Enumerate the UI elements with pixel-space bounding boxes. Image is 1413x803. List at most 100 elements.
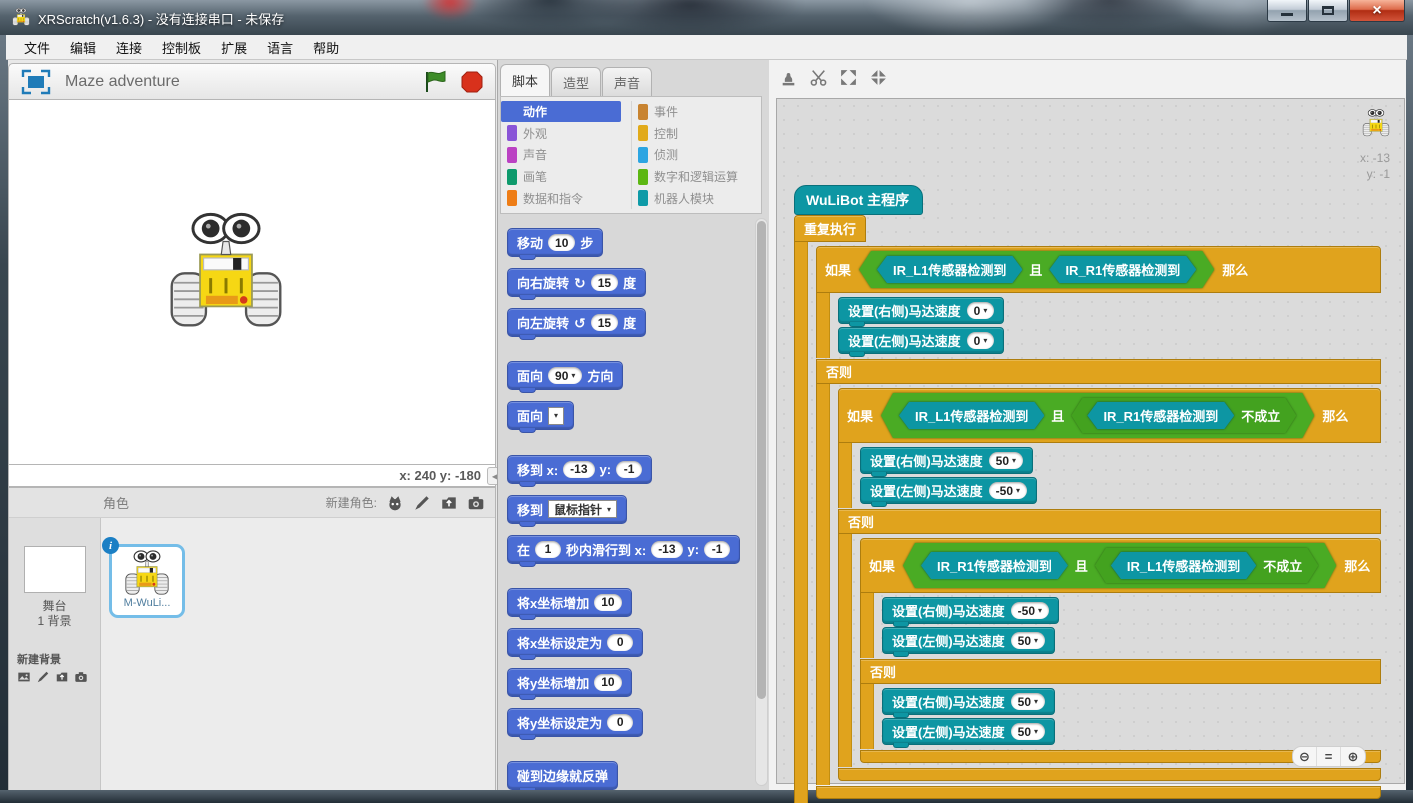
category-control[interactable]: 控制 [632,123,761,144]
if3-header[interactable]: 如果 IR_R1传感器检测到 且 IR_L1传感器检测到 [860,538,1381,593]
degrees-value[interactable]: 15 [591,314,618,331]
block-goto-xy[interactable]: 移到 x: -13 y: -1 [507,455,652,484]
block-glide[interactable]: 在 1 秒内滑行到 x: -13 y: -1 [507,535,740,564]
motor-speed-dropdown[interactable]: 0▾ [967,332,995,349]
and-operator-block[interactable]: IR_L1传感器检测到 且 IR_R1传感器检测到 [859,251,1214,288]
sensor-ir-r1-block[interactable]: IR_R1传感器检测到 [921,552,1068,579]
repeat-header[interactable]: 重复执行 [794,215,866,242]
delta-value[interactable]: 10 [594,594,621,611]
if-else-block-1[interactable]: 如果 IR_L1传感器检测到 且 IR_R1传感器检测到 那么 [816,246,1381,799]
goto-target-dropdown[interactable]: 鼠标指针▾ [548,500,617,518]
seconds-value[interactable]: 1 [535,541,561,558]
grow-sprite-icon[interactable] [839,68,858,87]
block-bounce-on-edge[interactable]: 碰到边缘就反弹 [507,761,618,790]
zoom-reset-button[interactable]: = [1317,747,1341,766]
motor-speed-dropdown[interactable]: 50▾ [1011,693,1045,710]
category-sensing[interactable]: 侦测 [632,144,761,165]
menu-file[interactable]: 文件 [14,35,60,60]
green-flag-button[interactable] [423,70,449,94]
sensor-ir-l1-block[interactable]: IR_L1传感器检测到 [1111,552,1256,579]
stage-selector[interactable]: 舞台 1 背景 新建背景 [9,518,101,790]
menu-board[interactable]: 控制板 [152,35,211,60]
if2-header[interactable]: 如果 IR_L1传感器检测到 且 IR_R1传感器检测到 [838,388,1381,443]
if2-else-bar[interactable]: 否则 [838,509,1381,534]
motor-speed-dropdown[interactable]: 50▾ [1011,723,1045,740]
x-value[interactable]: -13 [651,541,682,558]
x-value[interactable]: -13 [563,461,594,478]
motor-speed-dropdown[interactable]: 0▾ [967,302,995,319]
y-value[interactable]: -1 [616,461,642,478]
if1-else-bar[interactable]: 否则 [816,359,1381,384]
category-pen[interactable]: 画笔 [501,166,631,187]
motor-speed-dropdown[interactable]: -50▾ [989,482,1027,499]
category-motion[interactable]: 动作 [501,101,621,122]
close-button[interactable]: × [1349,0,1405,22]
wulibot-sprite[interactable] [164,212,288,330]
category-sound[interactable]: 声音 [501,144,631,165]
palette-scrollbar[interactable] [755,218,768,786]
block-goto-mouse[interactable]: 移到 鼠标指针▾ [507,495,627,524]
sensor-ir-r1-block[interactable]: IR_R1传感器检测到 [1087,402,1234,429]
zoom-in-button[interactable]: ⊕ [1341,747,1365,766]
upload-backdrop-icon[interactable] [55,670,69,684]
set-right-motor-block[interactable]: 设置(右侧)马达速度 -50▾ [882,597,1059,624]
block-turn-left[interactable]: 向左旋转 ↺ 15 度 [507,308,646,337]
block-set-x[interactable]: 将x坐标设定为 0 [507,628,643,657]
not-operator-block[interactable]: IR_L1传感器检测到 不成立 [1095,548,1318,583]
if-else-block-3[interactable]: 如果 IR_R1传感器检测到 且 IR_L1传感器检测到 [860,538,1381,763]
menu-language[interactable]: 语言 [257,35,303,60]
if-else-block-2[interactable]: 如果 IR_L1传感器检测到 且 IR_R1传感器检测到 [838,388,1381,781]
new-sprite-library-icon[interactable] [386,494,404,512]
delete-scissors-icon[interactable] [809,68,828,87]
set-right-motor-block[interactable]: 设置(右侧)马达速度 50▾ [882,688,1055,715]
y-value[interactable]: -1 [704,541,730,558]
block-point-direction[interactable]: 面向 90▾ 方向 [507,361,623,390]
motor-speed-dropdown[interactable]: 50▾ [989,452,1023,469]
y-value[interactable]: 0 [607,714,633,731]
if3-else-bar[interactable]: 否则 [860,659,1381,684]
menu-extensions[interactable]: 扩展 [211,35,257,60]
sensor-ir-l1-block[interactable]: IR_L1传感器检测到 [877,256,1022,283]
and-operator-block[interactable]: IR_L1传感器检测到 且 IR_R1传感器检测到 不成立 [881,393,1314,438]
sprite-card-wulibot[interactable]: i M-WuLi... [109,544,185,618]
block-turn-right[interactable]: 向右旋转 ↻ 15 度 [507,268,646,297]
not-operator-block[interactable]: IR_R1传感器检测到 不成立 [1071,398,1296,433]
repeat-forever-block[interactable]: 重复执行 如果 IR_L1传感器检测到 [794,215,1381,803]
category-data[interactable]: 数据和指令 [501,188,631,209]
set-left-motor-block[interactable]: 设置(左侧)马达速度 50▾ [882,627,1055,654]
menu-edit[interactable]: 编辑 [60,35,106,60]
category-looks[interactable]: 外观 [501,123,631,144]
if1-header[interactable]: 如果 IR_L1传感器检测到 且 IR_R1传感器检测到 那么 [816,246,1381,293]
shrink-sprite-icon[interactable] [869,68,888,87]
sprite-list[interactable]: i M-WuLi... [101,518,495,790]
minimize-button[interactable] [1267,0,1307,22]
stop-button[interactable] [459,70,485,94]
block-change-x[interactable]: 将x坐标增加 10 [507,588,632,617]
block-move-steps[interactable]: 移动 10 步 [507,228,603,257]
target-dropdown[interactable]: ▾ [548,407,564,425]
steps-value[interactable]: 10 [548,234,575,251]
motor-speed-dropdown[interactable]: 50▾ [1011,632,1045,649]
category-events[interactable]: 事件 [632,101,761,122]
set-left-motor-block[interactable]: 设置(左侧)马达速度 50▾ [882,718,1055,745]
menu-connect[interactable]: 连接 [106,35,152,60]
sensor-ir-r1-block[interactable]: IR_R1传感器检测到 [1049,256,1196,283]
paint-sprite-icon[interactable] [413,494,431,512]
tab-scripts[interactable]: 脚本 [500,64,550,96]
motor-speed-dropdown[interactable]: -50▾ [1011,602,1049,619]
set-right-motor-block[interactable]: 设置(右侧)马达速度 50▾ [860,447,1033,474]
duplicate-stamp-icon[interactable] [779,68,798,87]
title-bar[interactable]: XRScratch(v1.6.3) - 没有连接串口 - 未保存 × [0,0,1413,35]
block-point-towards[interactable]: 面向 ▾ [507,401,574,430]
block-set-y[interactable]: 将y坐标设定为 0 [507,708,643,737]
set-left-motor-block[interactable]: 设置(左侧)马达速度 -50▾ [860,477,1037,504]
sensor-ir-l1-block[interactable]: IR_L1传感器检测到 [899,402,1044,429]
stage-thumbnail[interactable] [24,546,86,593]
paint-backdrop-icon[interactable] [36,670,50,684]
upload-sprite-icon[interactable] [440,494,458,512]
tab-costumes[interactable]: 造型 [551,67,601,96]
camera-backdrop-icon[interactable] [74,670,88,684]
maximize-button[interactable] [1308,0,1348,22]
tab-sounds[interactable]: 声音 [602,67,652,96]
sprite-info-badge[interactable]: i [102,537,119,554]
